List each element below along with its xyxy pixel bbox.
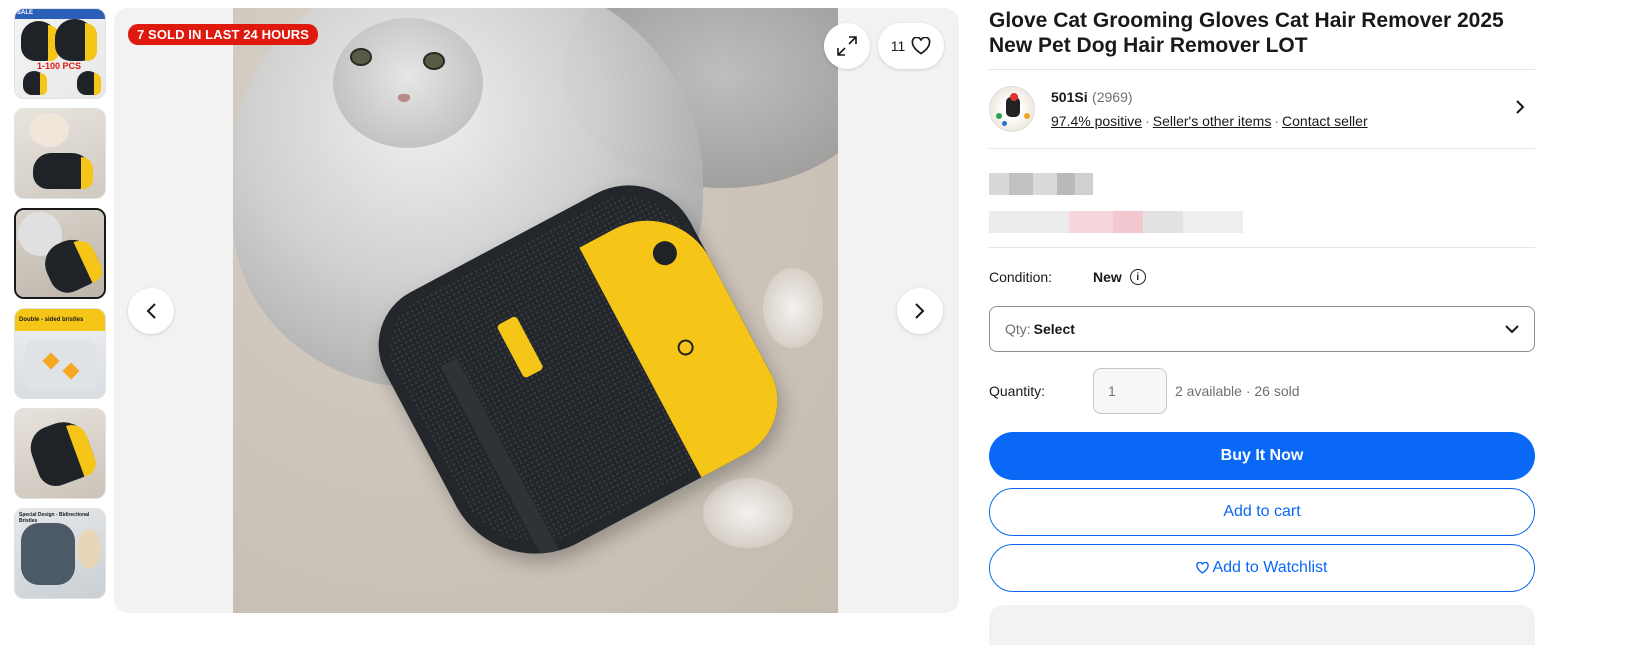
- thumbnail-4[interactable]: Double - sided bristles: [14, 308, 106, 399]
- separator: ·: [1145, 113, 1150, 129]
- thumbnail-3[interactable]: [14, 208, 106, 299]
- next-image-button[interactable]: [897, 288, 943, 334]
- quantity-row: Quantity: 2 available · 26 sold: [989, 352, 1535, 430]
- qty-select-value: Select: [1033, 321, 1075, 337]
- thumbnail-label: Double - sided bristles: [19, 317, 84, 323]
- seller-name[interactable]: 501Si: [1051, 89, 1088, 105]
- separator: ·: [1274, 113, 1280, 129]
- chevron-left-icon: [146, 303, 156, 319]
- sold-badge: 7 SOLD IN LAST 24 HOURS: [128, 24, 319, 45]
- thumbnail-strip: SALE 1-100 PCS Double - sided bristles S…: [14, 8, 106, 608]
- availability-text: 2 available · 26 sold: [1175, 383, 1300, 399]
- qty-select[interactable]: Qty: Select: [989, 306, 1535, 352]
- thumbnail-caption: 1-100 PCS: [37, 61, 82, 71]
- listing-title: Glove Cat Grooming Gloves Cat Hair Remov…: [989, 9, 1504, 57]
- add-to-watchlist-label: Add to Watchlist: [1212, 559, 1328, 576]
- lower-card: [989, 605, 1535, 645]
- condition-value: New: [1093, 269, 1122, 285]
- expand-image-button[interactable]: [824, 23, 870, 69]
- thumbnail-1[interactable]: SALE 1-100 PCS: [14, 8, 106, 99]
- add-to-cart-button[interactable]: Add to cart: [989, 488, 1535, 536]
- qty-select-label: Qty:: [1005, 321, 1031, 337]
- thumbnail-2[interactable]: [14, 108, 106, 199]
- quantity-label: Quantity:: [989, 383, 1046, 399]
- contact-seller-link[interactable]: Contact seller: [1282, 113, 1368, 129]
- info-icon[interactable]: i: [1129, 269, 1146, 285]
- condition-row: Condition: New i: [989, 248, 1535, 306]
- add-to-watchlist-button[interactable]: Add to Watchlist: [989, 544, 1535, 592]
- thumbnail-label: Special Design - Bidirectional Bristles: [19, 512, 90, 524]
- heart-icon: [911, 37, 931, 55]
- chevron-down-icon: [1505, 325, 1519, 334]
- condition-label: Condition:: [989, 269, 1053, 285]
- seller-feedback-count: (2969): [1092, 89, 1133, 105]
- thumbnail-sale-tag: SALE: [17, 10, 34, 16]
- thumbnail-6[interactable]: Special Design - Bidirectional Bristles: [14, 508, 106, 599]
- main-image-panel: 7 SOLD IN LAST 24 HOURS 11: [114, 8, 959, 613]
- chevron-right-icon[interactable]: [1515, 99, 1525, 115]
- price-area-redacted: [989, 149, 1535, 247]
- buy-it-now-button[interactable]: Buy It Now: [989, 432, 1535, 480]
- seller-card[interactable]: 501Si (2969) 97.4% positive · Seller's oth…: [989, 70, 1535, 148]
- previous-image-button[interactable]: [128, 288, 174, 334]
- thumbnail-5[interactable]: [14, 408, 106, 499]
- expand-icon: [837, 36, 857, 56]
- product-photo[interactable]: [233, 8, 838, 613]
- chevron-right-icon: [915, 303, 925, 319]
- watch-count-button[interactable]: 11: [878, 23, 944, 69]
- seller-positive-link[interactable]: 97.4% positive: [1051, 113, 1142, 129]
- seller-other-items-link[interactable]: Seller's other items: [1153, 113, 1272, 129]
- heart-icon: [1196, 562, 1210, 574]
- watch-count: 11: [890, 38, 906, 54]
- quantity-input[interactable]: [1093, 368, 1167, 414]
- seller-avatar[interactable]: [989, 86, 1035, 132]
- listing-details: Glove Cat Grooming Gloves Cat Hair Remov…: [989, 8, 1535, 592]
